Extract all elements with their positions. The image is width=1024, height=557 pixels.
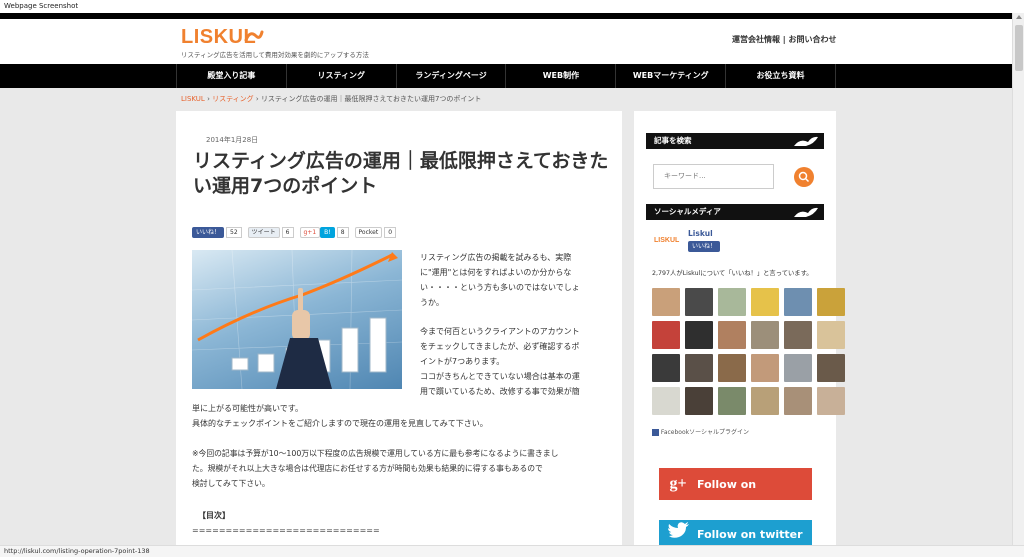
twitter-bird-icon	[668, 522, 689, 538]
scroll-up-icon[interactable]	[1016, 15, 1022, 19]
search-input[interactable]: キーワード...	[653, 164, 774, 189]
avatar[interactable]	[751, 354, 779, 382]
facebook-icon	[652, 429, 659, 436]
avatar[interactable]	[718, 288, 746, 316]
avatar[interactable]	[652, 288, 680, 316]
vertical-scrollbar[interactable]	[1012, 13, 1024, 545]
breadcrumb: LISKUL › リスティング › リスティング広告の運用｜最低限押さえておきた…	[181, 95, 482, 103]
growth-chart-illustration-icon	[192, 250, 402, 389]
search-button[interactable]	[794, 167, 814, 187]
breadcrumb-current: リスティング広告の運用｜最低限押さえておきたい運用7つのポイント	[260, 95, 482, 103]
article-hero-image	[192, 250, 402, 389]
pocket-button[interactable]: Pocket	[354, 227, 383, 238]
search-icon	[798, 171, 810, 183]
window-title: Webpage Screenshot	[0, 0, 1024, 13]
intro-paragraph: リスティング広告の掲載を試みるも、実際 に"運用"とは何をすればよいのか分からな…	[420, 253, 580, 307]
avatar[interactable]	[751, 387, 779, 415]
logo-bird-icon	[794, 136, 818, 146]
social-widget-header: ソーシャルメディア	[646, 204, 824, 220]
hatena-bookmark-button[interactable]: B!	[320, 227, 335, 238]
nav-item-landing-page[interactable]: ランディングページ	[395, 64, 506, 88]
breadcrumb-category[interactable]: リスティング	[212, 95, 254, 103]
avatar[interactable]	[751, 288, 779, 316]
article-date: 2014年1月28日	[206, 136, 259, 144]
avatar[interactable]	[718, 354, 746, 382]
nav-item-hall-of-fame[interactable]: 殿堂入り記事	[176, 64, 286, 88]
site-header: LISKUL リスティング広告を活用して費用対効果を劇的にアップする方法 運営会…	[0, 19, 1012, 64]
nav-item-web-production[interactable]: WEB制作	[505, 64, 615, 88]
tweet-button[interactable]: ツイート	[247, 227, 280, 238]
follow-twitter-button[interactable]: Follow on twitter	[659, 520, 812, 545]
fb-fan-avatars	[652, 288, 845, 415]
facebook-like-count: 52	[226, 227, 242, 238]
header-links[interactable]: 運営会社情報 | お問い合わせ	[732, 34, 837, 45]
sidebar: 記事を検索 キーワード... ソーシャルメディア LISKUL Liskul い…	[634, 111, 845, 545]
main-nav: 殿堂入り記事 リスティング ランディングページ WEB制作 WEBマーケティング…	[0, 64, 1012, 88]
avatar[interactable]	[652, 387, 680, 415]
nav-item-listing[interactable]: リスティング	[285, 64, 396, 88]
nav-item-resources[interactable]: お役立ち資料	[725, 64, 836, 88]
fb-social-plugin[interactable]: Facebookソーシャルプラグイン	[652, 427, 749, 436]
avatar[interactable]	[784, 321, 812, 349]
avatar[interactable]	[817, 288, 845, 316]
pocket-count: 0	[384, 227, 397, 238]
hatena-bookmark-count: 8	[336, 227, 349, 238]
share-buttons: いいね！ 52 ツイート 6 g+1 B! 8 Pocket 0	[192, 227, 402, 238]
avatar[interactable]	[685, 321, 713, 349]
avatar[interactable]	[784, 387, 812, 415]
avatar[interactable]	[652, 321, 680, 349]
avatar[interactable]	[718, 387, 746, 415]
nav-item-web-marketing[interactable]: WEBマーケティング	[615, 64, 725, 88]
site-tagline: リスティング広告を活用して費用対効果を劇的にアップする方法	[181, 51, 369, 59]
avatar[interactable]	[817, 387, 845, 415]
google-plus-button[interactable]: g+1	[299, 227, 321, 238]
tweet-count: 6	[281, 227, 294, 238]
logo-bird-icon	[794, 207, 818, 217]
toc-label: 【目次】	[198, 511, 230, 520]
avatar[interactable]	[784, 354, 812, 382]
avatar[interactable]	[718, 321, 746, 349]
article-panel: 2014年1月28日 リスティング広告の運用｜最低限押さえておきたい運用7つのポ…	[176, 111, 622, 545]
checkpoint-paragraph-continued: 単に上がる可能性が高いです。 具体的なチェックポイントをご紹介しますので現在の運…	[192, 404, 488, 428]
article-title: リスティング広告の運用｜最低限押さえておきたい運用7つのポイント	[193, 150, 609, 197]
avatar[interactable]	[685, 387, 713, 415]
facebook-like-button[interactable]: いいね！	[192, 227, 225, 238]
avatar[interactable]	[652, 354, 680, 382]
fb-page-like-button[interactable]: いいね！	[688, 241, 721, 252]
avatar[interactable]	[685, 354, 713, 382]
logo-swirl-icon	[244, 30, 264, 42]
note-paragraph: ※今回の記事は予算が10〜100万以下程度の広告規模で運用している方に最も参考に…	[192, 449, 559, 488]
facebook-page-widget: LISKUL Liskul いいね！ 2,797人がLiskulについて「いいね…	[650, 223, 845, 441]
scroll-thumb[interactable]	[1015, 25, 1023, 71]
avatar[interactable]	[751, 321, 779, 349]
follow-google-plus-button[interactable]: g+ Follow on Google+	[659, 468, 812, 523]
avatar[interactable]	[817, 354, 845, 382]
avatar[interactable]	[817, 321, 845, 349]
status-bar-url: http://liskul.com/listing-operation-7poi…	[0, 545, 1024, 557]
google-plus-icon: g+	[669, 475, 687, 492]
avatar[interactable]	[784, 288, 812, 316]
breadcrumb-home[interactable]: LISKUL	[181, 95, 205, 103]
search-widget-header: 記事を検索	[646, 133, 824, 149]
fb-fans-count: 2,797人がLiskulについて「いいね！」と言っています。	[652, 270, 813, 277]
fb-page-logo: LISKUL	[654, 237, 680, 244]
toc-divider: ============================	[192, 526, 380, 535]
avatar[interactable]	[685, 288, 713, 316]
fb-page-name[interactable]: Liskul	[688, 229, 713, 238]
checkpoint-paragraph: 今まで何百というクライアントのアカウント をチェックしてきましたが、必ず確認する…	[420, 327, 580, 396]
